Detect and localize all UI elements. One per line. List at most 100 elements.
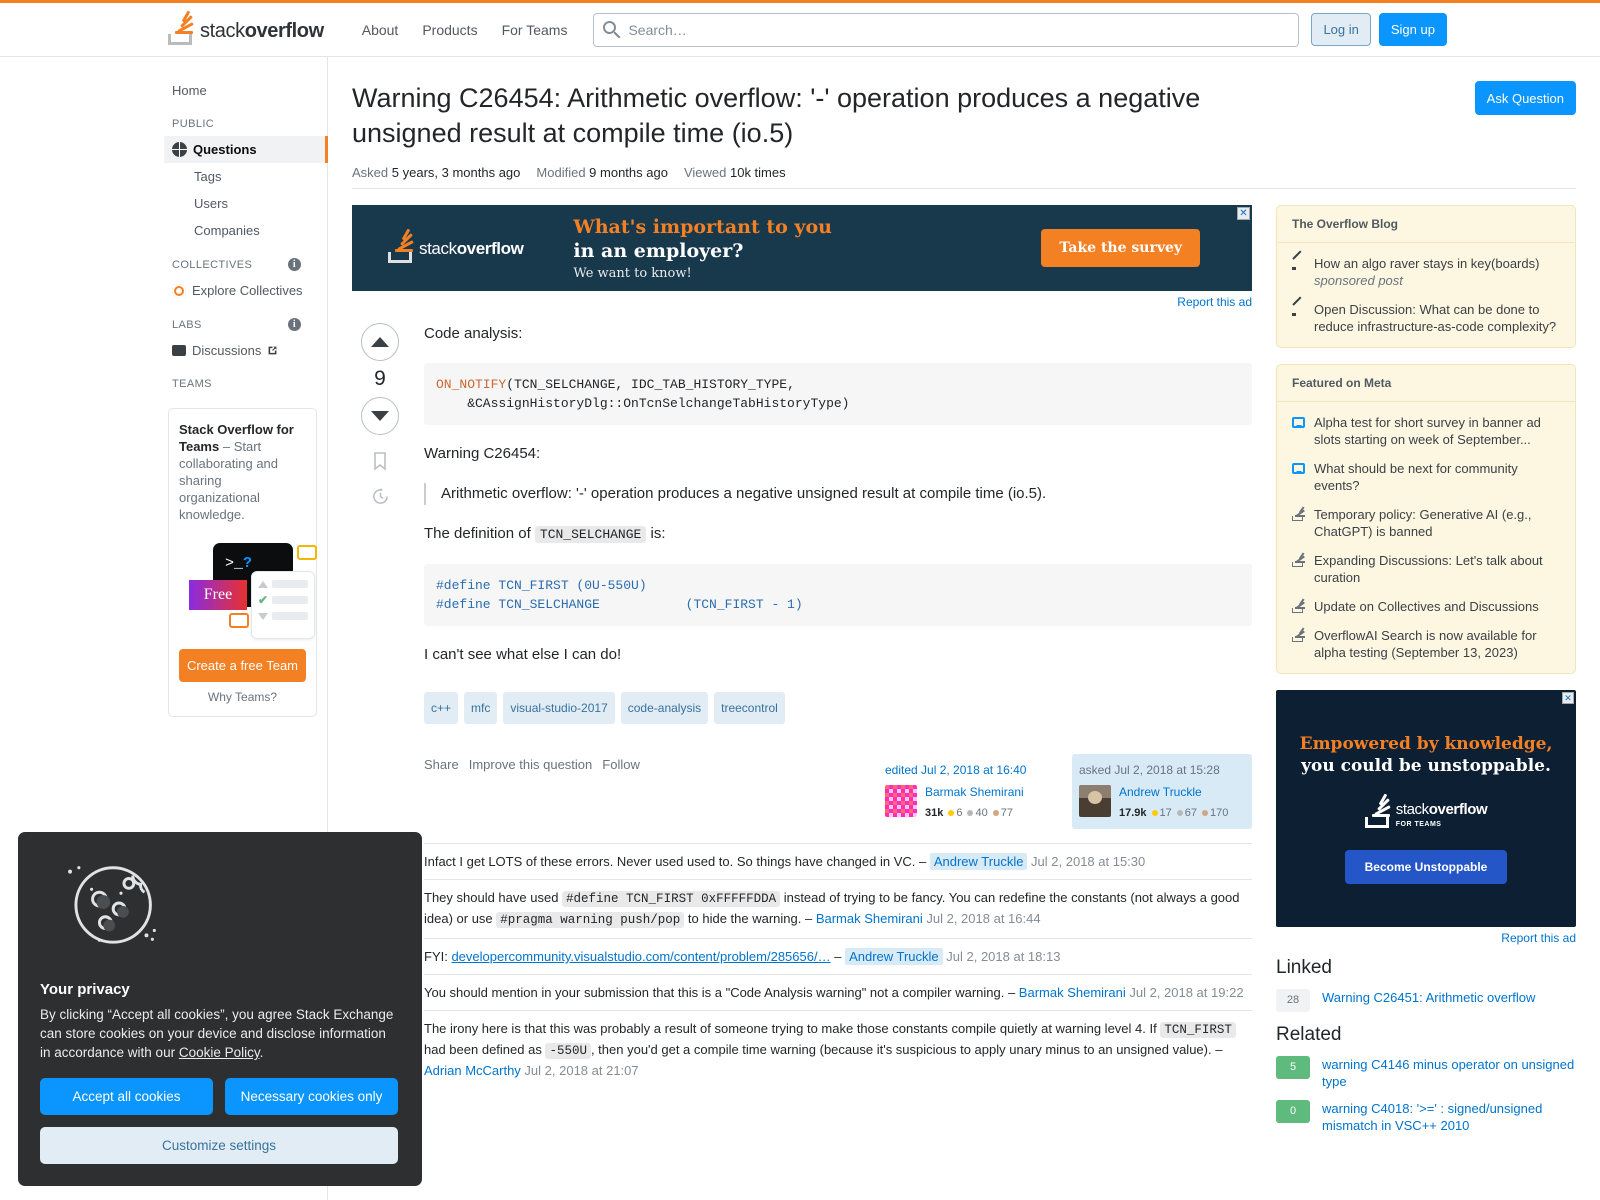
search-input[interactable] xyxy=(593,12,1300,47)
avatar[interactable] xyxy=(885,785,917,817)
nav-products[interactable]: Products xyxy=(410,14,489,46)
meta-item-title[interactable]: Expanding Discussions: Let's talk about … xyxy=(1314,552,1560,586)
logo-text-bold: overflow xyxy=(244,19,324,42)
tag-visual-studio-2017[interactable]: visual-studio-2017 xyxy=(503,692,615,724)
meta-item-title[interactable]: Alpha test for short survey in banner ad… xyxy=(1314,414,1560,448)
list-item[interactable]: Alpha test for short survey in banner ad… xyxy=(1292,414,1560,448)
comment-author-link[interactable]: Barmak Shemirani xyxy=(816,911,923,926)
edited-date[interactable]: edited Jul 2, 2018 at 16:40 xyxy=(885,759,1051,781)
comment-external-link[interactable]: developercommunity.visualstudio.com/cont… xyxy=(451,949,830,964)
nav-about[interactable]: About xyxy=(350,14,411,46)
blog-item-title[interactable]: Open Discussion: What can be done to red… xyxy=(1314,301,1560,335)
ask-question-button[interactable]: Ask Question xyxy=(1474,81,1576,115)
signup-button[interactable]: Sign up xyxy=(1378,13,1447,46)
editor-card: edited Jul 2, 2018 at 16:40 Barmak Shemi… xyxy=(878,754,1058,829)
sidebar-item-companies[interactable]: Companies xyxy=(164,217,327,244)
list-item[interactable]: 28 Warning C26451: Arithmetic overflow xyxy=(1276,989,1576,1012)
list-item[interactable]: Update on Collectives and Discussions xyxy=(1292,598,1560,615)
list-item[interactable]: 5 warning C4146 minus operator on unsign… xyxy=(1276,1056,1576,1090)
post-actions: Share Improve this question Follow xyxy=(424,754,640,776)
cookie-policy-link[interactable]: Cookie Policy xyxy=(179,1045,260,1060)
comment-author-link[interactable]: Andrew Truckle xyxy=(845,948,943,965)
become-unstoppable-button[interactable]: Become Unstoppable xyxy=(1344,849,1508,884)
sidebar-item-tags[interactable]: Tags xyxy=(164,163,327,190)
asker-card: asked Jul 2, 2018 at 15:28 Andrew Truckl… xyxy=(1072,754,1252,829)
blog-item-text: How an algo raver stays in key(boards) s… xyxy=(1314,255,1539,289)
list-item[interactable]: What should be next for community events… xyxy=(1292,460,1560,494)
meta-item-title[interactable]: Update on Collectives and Discussions xyxy=(1314,598,1539,615)
code-function-name: ON_NOTIFY xyxy=(436,377,507,392)
related-heading: Related xyxy=(1276,1024,1342,1045)
upvote-button[interactable] xyxy=(361,323,399,361)
comment-date[interactable]: Jul 2, 2018 at 19:22 xyxy=(1126,985,1243,1000)
report-ad-link[interactable]: Report this ad xyxy=(1276,931,1576,945)
necessary-cookies-only-button[interactable]: Necessary cookies only xyxy=(225,1078,398,1115)
comment-author-link[interactable]: Adrian McCarthy xyxy=(424,1063,521,1078)
comment-author-link[interactable]: Andrew Truckle xyxy=(929,853,1028,870)
share-link[interactable]: Share xyxy=(424,754,459,776)
comment-inline-code: #pragma warning push/pop xyxy=(496,912,685,928)
comment-author-link[interactable]: Barmak Shemirani xyxy=(1019,985,1126,1000)
editor-name[interactable]: Barmak Shemirani xyxy=(925,785,1024,800)
close-icon[interactable]: ✕ xyxy=(1237,207,1250,220)
sidebar-item-explore-collectives[interactable]: Explore Collectives xyxy=(164,277,327,304)
editor-details: Barmak Shemirani 31k 6 40 77 xyxy=(925,785,1024,824)
comment-date[interactable]: Jul 2, 2018 at 15:30 xyxy=(1027,854,1145,869)
list-item[interactable]: Expanding Discussions: Let's talk about … xyxy=(1292,552,1560,586)
question-para-2: Warning C26454: xyxy=(424,445,541,462)
tag-mfc[interactable]: mfc xyxy=(464,692,498,724)
tag-cpp[interactable]: c++ xyxy=(424,692,459,724)
related-question-link[interactable]: warning C4146 minus operator on unsigned… xyxy=(1322,1056,1576,1090)
site-logo[interactable]: stackoverflow xyxy=(168,10,324,45)
comment-text: Infact I get LOTS of these errors. Never… xyxy=(424,854,930,869)
accept-all-cookies-button[interactable]: Accept all cookies xyxy=(40,1078,213,1115)
collectives-icon xyxy=(172,283,186,298)
customize-settings-button[interactable]: Customize settings xyxy=(40,1127,398,1164)
question-para-3: The definition of TCN_SELCHANGE is: xyxy=(424,523,1252,546)
sidebar-item-users[interactable]: Users xyxy=(164,190,327,217)
upvote-icon xyxy=(258,580,268,588)
create-free-team-button[interactable]: Create a free Team xyxy=(179,649,306,682)
blog-item-title[interactable]: How an algo raver stays in key(boards) xyxy=(1314,256,1539,271)
sidebar-item-questions[interactable]: Questions xyxy=(164,136,328,163)
banner-advertisement[interactable]: stackoverflow What's important to you in… xyxy=(352,205,1252,291)
question-body: Code analysis: ON_NOTIFY(TCN_SELCHANGE, … xyxy=(408,323,1252,829)
info-icon[interactable]: i xyxy=(288,258,301,271)
list-item[interactable]: Open Discussion: What can be done to red… xyxy=(1292,301,1560,335)
follow-link[interactable]: Follow xyxy=(602,754,640,776)
tag-code-analysis[interactable]: code-analysis xyxy=(620,692,709,724)
comment-date[interactable]: Jul 2, 2018 at 18:13 xyxy=(943,949,1060,964)
comment-date[interactable]: Jul 2, 2018 at 16:44 xyxy=(923,911,1040,926)
stat-modified: Modified 9 months ago xyxy=(536,165,668,180)
asker-silver-count: 67 xyxy=(1184,807,1198,819)
info-icon[interactable]: i xyxy=(288,318,301,331)
why-teams-link[interactable]: Why Teams? xyxy=(179,690,306,704)
improve-question-link[interactable]: Improve this question xyxy=(469,754,593,776)
downvote-button[interactable] xyxy=(361,397,399,435)
list-item[interactable]: Temporary policy: Generative AI (e.g., C… xyxy=(1292,506,1560,540)
sidebar-item-home[interactable]: Home xyxy=(164,77,327,104)
report-ad-link[interactable]: Report this ad xyxy=(352,295,1252,309)
bookmark-icon[interactable] xyxy=(371,451,389,471)
asker-name[interactable]: Andrew Truckle xyxy=(1119,785,1228,800)
tag-treecontrol[interactable]: treecontrol xyxy=(714,692,785,724)
comment-date[interactable]: Jul 2, 2018 at 21:07 xyxy=(521,1063,638,1078)
history-icon[interactable] xyxy=(371,487,390,506)
list-item[interactable]: 0 warning C4018: '>=' : signed/unsigned … xyxy=(1276,1100,1576,1134)
close-icon[interactable]: ✕ xyxy=(1562,692,1574,704)
meta-item-title[interactable]: What should be next for community events… xyxy=(1314,460,1560,494)
meta-item-title[interactable]: Temporary policy: Generative AI (e.g., C… xyxy=(1314,506,1560,540)
avatar[interactable] xyxy=(1079,785,1111,817)
linked-question-link[interactable]: Warning C26451: Arithmetic overflow xyxy=(1322,989,1535,1006)
login-button[interactable]: Log in xyxy=(1311,13,1371,46)
related-question-link[interactable]: warning C4018: '>=' : signed/unsigned mi… xyxy=(1322,1100,1576,1134)
sidebar-item-discussions[interactable]: Discussions xyxy=(164,337,327,364)
take-the-survey-button[interactable]: Take the survey xyxy=(1041,229,1200,267)
list-item[interactable]: OverflowAI Search is now available for a… xyxy=(1292,627,1560,661)
meta-item-title[interactable]: OverflowAI Search is now available for a… xyxy=(1314,627,1560,661)
nav-for-teams[interactable]: For Teams xyxy=(490,14,580,46)
list-item[interactable]: How an algo raver stays in key(boards) s… xyxy=(1292,255,1560,289)
sidebar-advertisement[interactable]: ✕ Empowered by knowledge, you could be u… xyxy=(1276,690,1576,927)
terminal-prompt: >_ xyxy=(225,555,244,572)
stack-icon xyxy=(1292,598,1305,613)
